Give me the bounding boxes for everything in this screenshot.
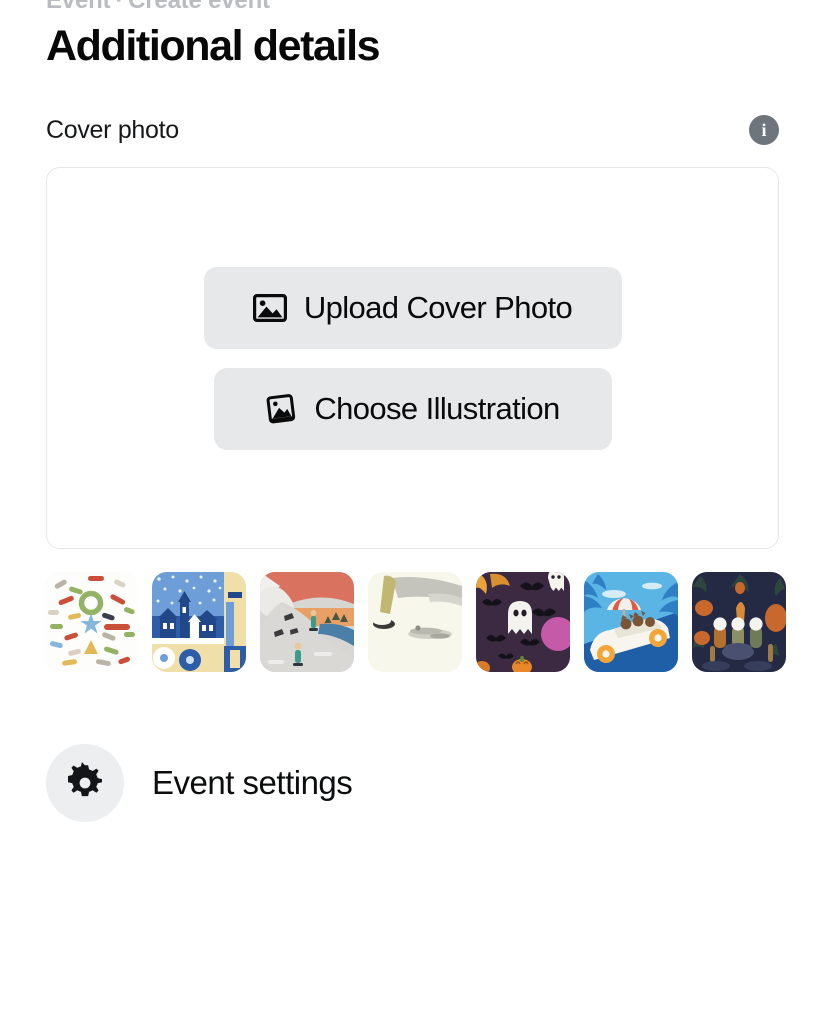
breadcrumb-current: Create event — [128, 0, 270, 14]
create-event-additional-details-screen: Event · Create event Additional details Co… — [0, 0, 825, 1024]
image-icon — [252, 293, 287, 322]
illustration-thumbnail-snowy-mountain-ski[interactable] — [260, 572, 354, 672]
breadcrumb[interactable]: Event · Create event — [46, 0, 270, 14]
gear-icon — [46, 744, 124, 822]
breadcrumb-separator: · — [115, 0, 124, 14]
illustration-thumbnail-summer-beach-car[interactable] — [584, 572, 678, 672]
page-title: Additional details — [46, 22, 381, 70]
illustration-thumbnail-strip[interactable] — [44, 572, 792, 672]
info-icon[interactable]: i — [749, 115, 779, 145]
choose-illustration-label: Choose Illustration — [314, 390, 560, 426]
illustration-picture-icon — [265, 393, 297, 425]
event-settings-label: Event settings — [152, 764, 353, 801]
choose-illustration-button[interactable]: Choose Illustration — [213, 367, 612, 450]
cover-photo-dropzone[interactable]: Upload Cover Photo Choose Illustration — [46, 167, 779, 549]
upload-cover-photo-button[interactable]: Upload Cover Photo — [203, 266, 622, 349]
illustration-thumbnail-autumn-night-harvest[interactable] — [692, 572, 786, 672]
breadcrumb-parent[interactable]: Event — [46, 0, 111, 14]
cover-photo-label: Cover photo — [46, 115, 179, 144]
event-settings-row[interactable]: Event settings — [46, 744, 353, 822]
cover-photo-section-header: Cover photo i — [46, 112, 779, 148]
illustration-thumbnail-winter-village[interactable] — [152, 572, 246, 672]
info-icon-glyph: i — [761, 120, 767, 140]
upload-cover-photo-label: Upload Cover Photo — [303, 289, 573, 325]
illustration-thumbnail-pale-beach-sand[interactable] — [368, 572, 462, 672]
illustration-thumbnail-halloween-ghosts[interactable] — [476, 572, 570, 672]
illustration-thumbnail-holiday-pattern[interactable] — [44, 572, 138, 672]
